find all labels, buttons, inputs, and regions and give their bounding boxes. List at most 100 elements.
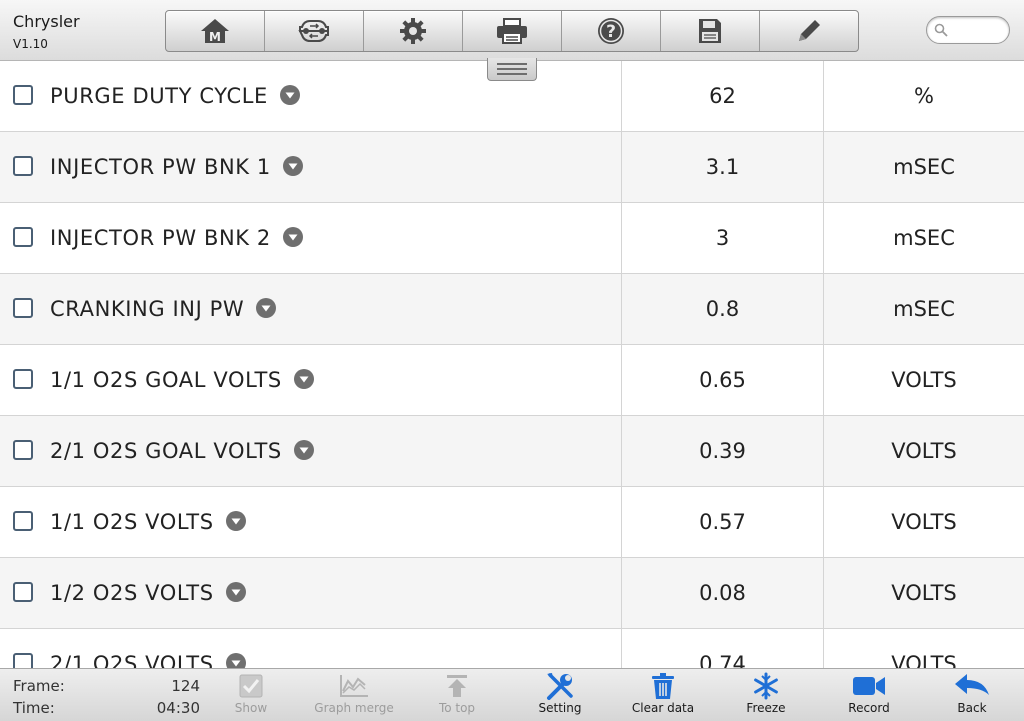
arrow-to-top-icon — [447, 675, 467, 697]
parameter-name-cell: 2/1 O2S GOAL VOLTS — [0, 416, 622, 486]
table-row: INJECTOR PW BNK 1 3.1 mSEC — [0, 132, 1024, 203]
row-checkbox[interactable] — [13, 227, 33, 247]
row-checkbox[interactable] — [13, 85, 33, 105]
app-version: V1.10 — [13, 37, 48, 51]
record-button[interactable]: Record — [819, 671, 919, 719]
row-checkbox[interactable] — [13, 369, 33, 389]
bottom-bar: Frame: 124 Time: 04:30 Show Graph merge … — [0, 668, 1024, 721]
show-button[interactable]: Show — [201, 671, 301, 719]
parameter-label-wrap: 2/1 O2S GOAL VOLTS — [50, 416, 314, 486]
graph-merge-label: Graph merge — [314, 701, 394, 715]
home-button[interactable]: M — [166, 11, 265, 51]
pencil-icon — [799, 20, 820, 41]
parameter-value: 3.1 — [622, 132, 824, 202]
dropdown-circle-icon[interactable] — [225, 582, 246, 602]
clear-data-button[interactable]: Clear data — [613, 671, 713, 719]
parameter-unit: mSEC — [893, 226, 955, 250]
vehicle-swap-button[interactable] — [265, 11, 364, 51]
parameter-name: INJECTOR PW BNK 1 — [50, 155, 271, 179]
parameter-name: 1/1 O2S VOLTS — [50, 510, 214, 534]
graph-merge-button[interactable]: Graph merge — [304, 671, 404, 719]
dropdown-circle-icon[interactable] — [293, 369, 314, 389]
toolbar: M ? — [165, 10, 859, 52]
dropdown-circle-icon[interactable] — [282, 156, 303, 176]
floppy-disk-icon — [699, 19, 721, 43]
time-label: Time: — [13, 699, 55, 717]
dropdown-circle-icon[interactable] — [225, 653, 246, 668]
edit-button[interactable] — [760, 11, 858, 51]
parameter-value: 0.65 — [622, 345, 824, 415]
parameter-value: 0.39 — [622, 416, 824, 486]
parameter-unit: % — [914, 84, 934, 108]
search-input[interactable] — [926, 16, 1010, 44]
graph-merge-icon — [340, 675, 368, 697]
dropdown-circle-icon[interactable] — [256, 298, 277, 318]
record-label: Record — [848, 701, 890, 715]
table-row: 2/1 O2S GOAL VOLTS 0.39 VOLTS — [0, 416, 1024, 487]
svg-text:M: M — [209, 30, 221, 44]
parameter-label-wrap: 1/1 O2S GOAL VOLTS — [50, 345, 314, 415]
parameter-name: CRANKING INJ PW — [50, 297, 245, 321]
print-button[interactable] — [463, 11, 562, 51]
parameter-label-wrap: 1/1 O2S VOLTS — [50, 487, 246, 557]
back-label: Back — [957, 701, 987, 715]
parameter-label-wrap: CRANKING INJ PW — [50, 274, 277, 344]
parameter-name-cell: INJECTOR PW BNK 1 — [0, 132, 622, 202]
dropdown-circle-icon[interactable] — [293, 440, 314, 460]
settings-button[interactable] — [364, 11, 463, 51]
parameter-unit: VOLTS — [891, 439, 957, 463]
video-camera-icon — [853, 677, 885, 695]
parameter-label-wrap: INJECTOR PW BNK 2 — [50, 203, 303, 273]
parameter-value: 62 — [622, 61, 824, 131]
table-row: 2/1 O2S VOLTS 0.74 VOLTS — [0, 629, 1024, 668]
parameter-name-cell: 1/1 O2S VOLTS — [0, 487, 622, 557]
setting-label: Setting — [538, 701, 582, 715]
parameter-label-wrap: 1/2 O2S VOLTS — [50, 558, 246, 628]
clear-data-label: Clear data — [631, 701, 695, 715]
parameter-value: 0.8 — [622, 274, 824, 344]
setting-button[interactable]: Setting — [510, 671, 610, 719]
parameter-value: 0.57 — [622, 487, 824, 557]
parameter-name: 1/2 O2S VOLTS — [50, 581, 214, 605]
to-top-button[interactable]: To top — [407, 671, 507, 719]
table-row: 1/1 O2S GOAL VOLTS 0.65 VOLTS — [0, 345, 1024, 416]
parameter-unit: VOLTS — [891, 510, 957, 534]
dropdown-circle-icon[interactable] — [225, 511, 246, 531]
parameter-name-cell: CRANKING INJ PW — [0, 274, 622, 344]
svg-text:?: ? — [606, 22, 616, 42]
row-checkbox[interactable] — [13, 440, 33, 460]
parameter-name-cell: 1/1 O2S GOAL VOLTS — [0, 345, 622, 415]
parameter-name-cell: INJECTOR PW BNK 2 — [0, 203, 622, 273]
question-icon: ? — [598, 18, 624, 44]
parameter-label-wrap: 2/1 O2S VOLTS — [50, 629, 246, 668]
to-top-label: To top — [438, 701, 476, 715]
parameter-unit: VOLTS — [891, 652, 957, 668]
row-checkbox[interactable] — [13, 511, 33, 531]
gear-icon — [400, 18, 426, 44]
row-checkbox[interactable] — [13, 653, 33, 668]
checkbox-icon — [239, 674, 263, 698]
trash-icon — [652, 673, 674, 699]
printer-icon — [497, 18, 527, 44]
row-checkbox[interactable] — [13, 582, 33, 602]
dropdown-circle-icon[interactable] — [279, 85, 300, 105]
table-row: CRANKING INJ PW 0.8 mSEC — [0, 274, 1024, 345]
data-stream-table: PURGE DUTY CYCLE 62 % INJECTOR PW BNK 1 … — [0, 61, 1024, 668]
help-button[interactable]: ? — [562, 11, 661, 51]
save-button[interactable] — [661, 11, 760, 51]
freeze-button[interactable]: Freeze — [716, 671, 816, 719]
back-button[interactable]: Back — [922, 671, 1022, 719]
drawer-handle[interactable] — [487, 58, 537, 81]
table-row: 1/1 O2S VOLTS 0.57 VOLTS — [0, 487, 1024, 558]
row-checkbox[interactable] — [13, 298, 33, 318]
parameter-label-wrap: INJECTOR PW BNK 1 — [50, 132, 303, 202]
row-checkbox[interactable] — [13, 156, 33, 176]
parameter-unit: mSEC — [893, 155, 955, 179]
parameter-name: INJECTOR PW BNK 2 — [50, 226, 271, 250]
parameter-name-cell: 1/2 O2S VOLTS — [0, 558, 622, 628]
parameter-name: 2/1 O2S VOLTS — [50, 652, 214, 668]
parameter-name: 1/1 O2S GOAL VOLTS — [50, 368, 282, 392]
parameter-name: 2/1 O2S GOAL VOLTS — [50, 439, 282, 463]
dropdown-circle-icon[interactable] — [282, 227, 303, 247]
parameter-value: 3 — [622, 203, 824, 273]
